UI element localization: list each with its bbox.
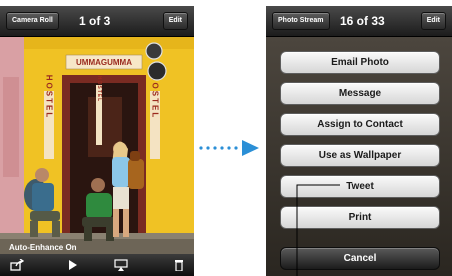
share-icon[interactable] — [10, 259, 24, 271]
edit-button[interactable]: Edit — [162, 12, 188, 30]
edit-button[interactable]: Edit — [420, 12, 446, 30]
tweet-callout-line — [296, 184, 340, 276]
photo-counter-title: 1 of 3 — [79, 14, 111, 28]
hostel-photo[interactable]: UMMAGUMMA HOSTEL HOSTEL HOSTEL — [0, 37, 194, 262]
email-photo-button[interactable]: Email Photo — [280, 51, 440, 74]
photo-counter-title: 16 of 33 — [340, 14, 385, 28]
message-button[interactable]: Message — [280, 82, 440, 105]
sign-top-text: UMMAGUMMA — [76, 58, 132, 67]
sign-left-text: HOSTEL — [45, 75, 54, 119]
photo-toolbar — [0, 254, 194, 276]
photo-viewer-navbar: Camera Roll 1 of 3 Edit — [0, 6, 194, 37]
sign-right-text: HOSTEL — [151, 75, 160, 119]
trash-icon[interactable] — [172, 259, 186, 271]
auto-enhance-label: Auto-Enhance On — [9, 243, 77, 252]
photo-viewer-screen: Camera Roll 1 of 3 Edit UMMAGUMMA HOSTEL… — [0, 6, 194, 276]
camera-roll-back-button[interactable]: Camera Roll — [6, 12, 59, 30]
transition-arrow — [199, 140, 259, 156]
share-sheet-navbar: Photo Stream 16 of 33 Edit — [266, 6, 452, 37]
sign-door-text: HOSTEL — [96, 76, 102, 102]
use-as-wallpaper-button[interactable]: Use as Wallpaper — [280, 144, 440, 167]
airplay-icon[interactable] — [114, 259, 128, 271]
assign-to-contact-button[interactable]: Assign to Contact — [280, 113, 440, 136]
play-icon[interactable] — [65, 259, 79, 271]
photo-stream-back-button[interactable]: Photo Stream — [272, 12, 330, 30]
